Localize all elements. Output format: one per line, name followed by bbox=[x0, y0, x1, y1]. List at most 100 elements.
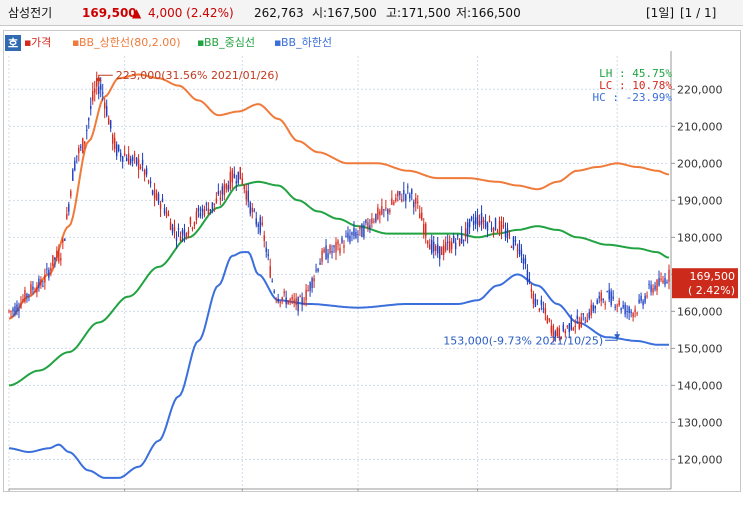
candle bbox=[267, 249, 269, 261]
candle bbox=[341, 235, 343, 244]
y-tick-label: 190,000 bbox=[677, 194, 723, 207]
candle bbox=[135, 156, 138, 167]
candle bbox=[92, 82, 94, 105]
candle bbox=[636, 311, 638, 317]
candle bbox=[129, 155, 132, 166]
price-candles bbox=[8, 71, 670, 343]
candle bbox=[161, 193, 164, 203]
y-tick-label: 210,000 bbox=[677, 120, 723, 133]
candle bbox=[582, 313, 584, 321]
candle bbox=[448, 235, 451, 254]
candle bbox=[365, 219, 367, 226]
candle bbox=[231, 167, 234, 189]
period-selector[interactable]: [1일] bbox=[646, 0, 674, 26]
candle bbox=[357, 230, 359, 243]
candle bbox=[183, 223, 186, 243]
candle bbox=[546, 314, 549, 324]
candle bbox=[22, 294, 24, 303]
candle bbox=[498, 216, 501, 237]
candle bbox=[82, 137, 84, 154]
candle bbox=[34, 287, 36, 293]
candle bbox=[177, 223, 180, 237]
candle bbox=[604, 300, 606, 310]
candle bbox=[88, 117, 90, 129]
page-indicator[interactable]: [1 / 1] bbox=[680, 0, 716, 26]
candle bbox=[345, 230, 347, 238]
candle bbox=[203, 205, 206, 218]
candle bbox=[476, 208, 479, 232]
y-tick-label: 220,000 bbox=[677, 83, 723, 96]
candle bbox=[592, 302, 594, 314]
candle bbox=[413, 199, 415, 215]
candle bbox=[616, 303, 618, 313]
x-tick-label: 07 bbox=[360, 490, 374, 491]
candle bbox=[86, 124, 88, 140]
candle bbox=[217, 183, 220, 196]
candle bbox=[237, 171, 240, 185]
candle bbox=[40, 276, 42, 289]
candle bbox=[64, 238, 66, 242]
candle bbox=[219, 190, 222, 206]
candle bbox=[580, 312, 582, 328]
candle bbox=[464, 221, 467, 242]
candle bbox=[620, 307, 622, 314]
candle bbox=[349, 229, 351, 245]
candle bbox=[534, 293, 537, 308]
candle bbox=[305, 283, 307, 307]
candle bbox=[115, 141, 118, 160]
candle bbox=[84, 141, 86, 150]
candle bbox=[10, 310, 12, 319]
candle bbox=[387, 208, 389, 222]
candle bbox=[58, 244, 60, 264]
candle bbox=[327, 248, 329, 264]
candle bbox=[456, 234, 459, 240]
candle bbox=[159, 200, 162, 218]
candle bbox=[299, 294, 301, 298]
candle bbox=[123, 145, 126, 157]
candle bbox=[359, 225, 361, 237]
candle bbox=[666, 279, 668, 284]
candle bbox=[287, 300, 289, 305]
candle bbox=[157, 191, 160, 206]
candle bbox=[109, 119, 112, 133]
bollinger-bands bbox=[8, 73, 670, 479]
candle bbox=[24, 286, 26, 304]
candle bbox=[295, 293, 297, 311]
candle bbox=[66, 207, 68, 220]
candle bbox=[405, 193, 407, 209]
candle bbox=[179, 231, 182, 242]
candle bbox=[586, 313, 588, 323]
candle bbox=[648, 280, 650, 290]
candle bbox=[502, 217, 505, 229]
candle bbox=[90, 97, 92, 116]
candle bbox=[54, 256, 56, 268]
candle bbox=[632, 312, 634, 322]
stat-hc: HC : -23.99% bbox=[593, 91, 673, 104]
legend: ▪ 가격 ▪ BB_상한선(80,2.00) ▪ BB_중심선 ▪ BB_하한선 bbox=[24, 35, 332, 49]
candle bbox=[462, 239, 465, 247]
candle bbox=[149, 177, 152, 188]
candle bbox=[407, 183, 409, 195]
current-price-label: 169,500( 2.42%) bbox=[672, 268, 738, 299]
candle bbox=[30, 280, 32, 296]
candle bbox=[411, 188, 413, 201]
candle bbox=[444, 236, 447, 253]
candle bbox=[452, 233, 455, 244]
candle bbox=[522, 254, 525, 270]
candle bbox=[644, 293, 646, 305]
y-tick-label: 180,000 bbox=[677, 231, 723, 244]
legend-price: 가격 bbox=[31, 36, 51, 49]
stock-name: 삼성전기 bbox=[8, 6, 53, 20]
candle bbox=[490, 221, 493, 233]
current-price-change: ( 2.42%) bbox=[688, 284, 735, 297]
candle bbox=[510, 245, 513, 248]
candle bbox=[492, 226, 495, 238]
candle bbox=[205, 201, 208, 211]
price-change: 4,000 (2.42%) bbox=[148, 6, 234, 20]
candle bbox=[229, 166, 232, 192]
candle bbox=[28, 293, 30, 302]
candle bbox=[419, 205, 421, 219]
candle bbox=[650, 280, 652, 296]
legend-middle-band: BB_중심선 bbox=[204, 36, 255, 49]
candle bbox=[315, 263, 317, 273]
